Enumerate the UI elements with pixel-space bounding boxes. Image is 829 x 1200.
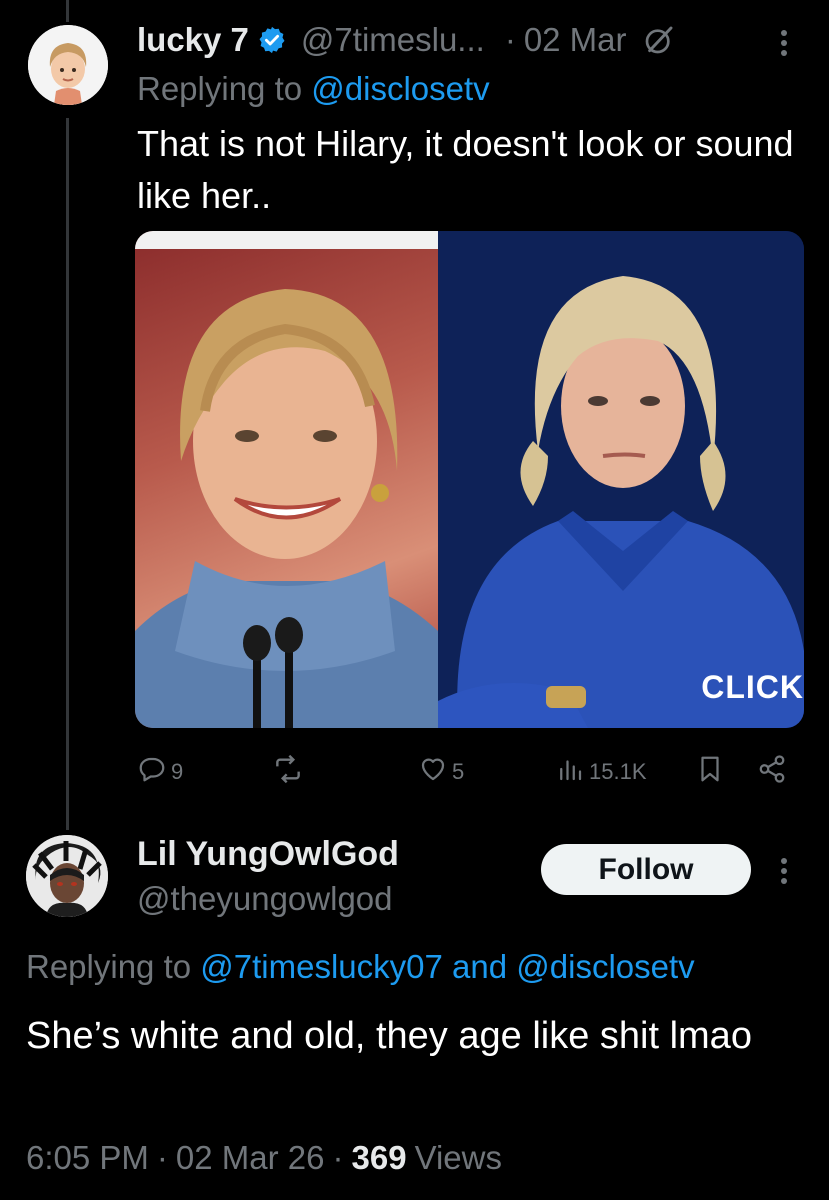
media-overlay-text: CLICK xyxy=(701,669,804,705)
tweet2-views-label: Views xyxy=(414,1139,502,1176)
tweet2-replying-to: Replying to @7timeslucky07 and @disclose… xyxy=(26,944,695,990)
tweet1-text: That is not Hilary, it doesn't look or s… xyxy=(137,123,794,216)
tweet2-date[interactable]: 02 Mar 26 xyxy=(176,1139,325,1177)
tweet1-author-handle[interactable]: @7timeslu... xyxy=(301,21,485,59)
tweet1-date[interactable]: 02 Mar xyxy=(524,21,627,59)
verified-badge-icon xyxy=(257,25,287,55)
mention-disclosetv[interactable]: @disclosetv xyxy=(516,948,694,986)
replying-to-label: Replying to xyxy=(137,70,303,107)
tweet2-metadata: 6:05 PM · 02 Mar 26 · 369 Views xyxy=(26,1134,502,1182)
like-icon xyxy=(418,754,452,790)
tweet2-views-count: 369 xyxy=(351,1139,407,1176)
like-count: 5 xyxy=(452,759,465,784)
mention-7timeslucky07[interactable]: @7timeslucky07 xyxy=(200,948,443,986)
avatar-lucky7[interactable] xyxy=(28,25,108,105)
bookmark-button[interactable] xyxy=(695,750,729,794)
separator-dot: · xyxy=(156,1139,168,1176)
more-icon[interactable] xyxy=(772,22,796,62)
tweet2-author-name[interactable]: Lil YungOwlGod xyxy=(137,833,399,875)
photo-smiling-woman[interactable] xyxy=(135,231,438,728)
thread-line xyxy=(66,118,69,830)
tweet1-author-name[interactable]: lucky 7 xyxy=(137,21,249,59)
views-button[interactable]: 15.1K xyxy=(555,750,647,794)
reply-button[interactable]: 9 xyxy=(137,750,183,794)
tweet2-author-handle[interactable]: @theyungowlgod xyxy=(137,878,393,920)
like-button[interactable]: 5 xyxy=(418,750,464,794)
tweet2-time[interactable]: 6:05 PM xyxy=(26,1139,149,1177)
share-icon xyxy=(757,754,791,790)
tweet1-media[interactable]: CLICK xyxy=(135,231,804,728)
retweet-button[interactable] xyxy=(272,750,308,794)
views-icon xyxy=(555,754,589,790)
tweet1-replying-to: Replying to @disclosetv xyxy=(137,68,490,110)
avatar-lilyungowlgod[interactable] xyxy=(26,835,108,917)
photo-serious-woman[interactable]: CLICK xyxy=(438,231,804,728)
thread-line-top xyxy=(66,0,69,22)
replying-and: and xyxy=(452,948,508,985)
replying-to-label: Replying to xyxy=(26,948,192,985)
share-button[interactable] xyxy=(757,750,791,794)
separator-dot: · xyxy=(504,21,516,58)
views-count: 15.1K xyxy=(589,759,647,784)
follow-button[interactable]: Follow xyxy=(541,844,751,895)
tweet1-header: lucky 7 @7timeslu... · 02 Mar xyxy=(137,18,675,62)
reply-icon xyxy=(137,754,171,790)
separator-dot: · xyxy=(332,1139,344,1176)
bookmark-icon xyxy=(695,754,729,790)
grok-icon[interactable] xyxy=(643,24,675,56)
mention-disclosetv[interactable]: @disclosetv xyxy=(311,70,489,108)
tweet2-text: She’s white and old, they age like shit … xyxy=(26,1015,752,1057)
tweet1-action-bar: 9 5 15.1K xyxy=(137,750,797,794)
reply-count: 9 xyxy=(171,759,184,784)
retweet-icon xyxy=(272,753,308,791)
more-icon[interactable] xyxy=(772,850,796,890)
